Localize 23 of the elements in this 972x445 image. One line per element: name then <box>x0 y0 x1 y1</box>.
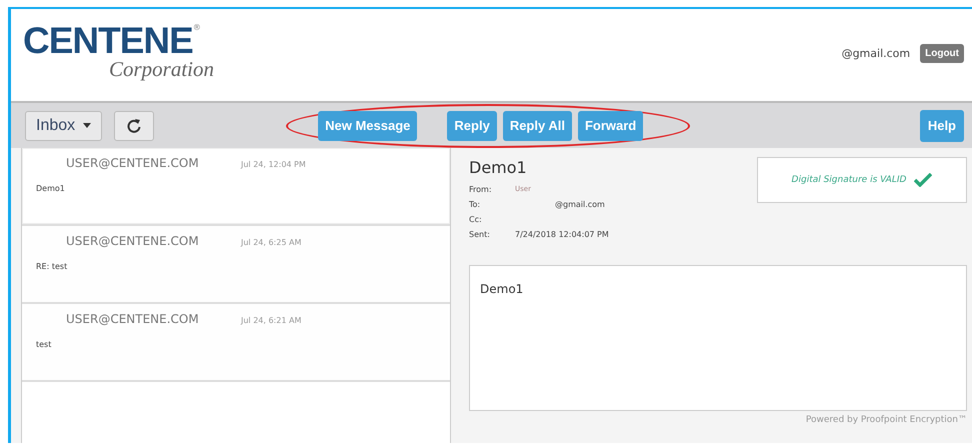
caret-icon <box>83 123 92 128</box>
header-label: To: <box>469 200 482 208</box>
account-email: @gmail.com <box>842 47 910 60</box>
message-body: Demo1 <box>469 265 967 411</box>
header-label: Cc: <box>469 214 483 224</box>
folder-dropdown[interactable]: Inbox <box>25 110 102 140</box>
logout-button[interactable]: Logout <box>920 44 964 63</box>
refresh-icon <box>127 118 142 134</box>
header-value: 7/24/2018 12:04:07 PM <box>515 230 609 238</box>
header-value: @gmail.com <box>555 200 605 208</box>
signature-status: Digital Signature is VALID <box>757 157 967 203</box>
action-button[interactable]: Reply All <box>502 110 572 140</box>
footer-text: Powered by Proofpoint Encryption™ <box>804 415 967 425</box>
header-label: Sent: <box>469 230 491 238</box>
action-button[interactable]: New Message <box>318 110 418 140</box>
message-item[interactable]: USER@CENTENE.COM Jul 24, 12:04 PM Demo1 <box>22 148 450 226</box>
action-button[interactable]: Reply <box>447 110 497 140</box>
message-subject: Demo1 <box>469 158 528 177</box>
help-button[interactable]: Help <box>920 110 964 142</box>
action-button[interactable]: Forward <box>578 110 644 140</box>
logo: CENTENE® Corporation <box>23 23 216 79</box>
refresh-button[interactable] <box>114 110 154 140</box>
header-label: From: <box>469 184 493 194</box>
